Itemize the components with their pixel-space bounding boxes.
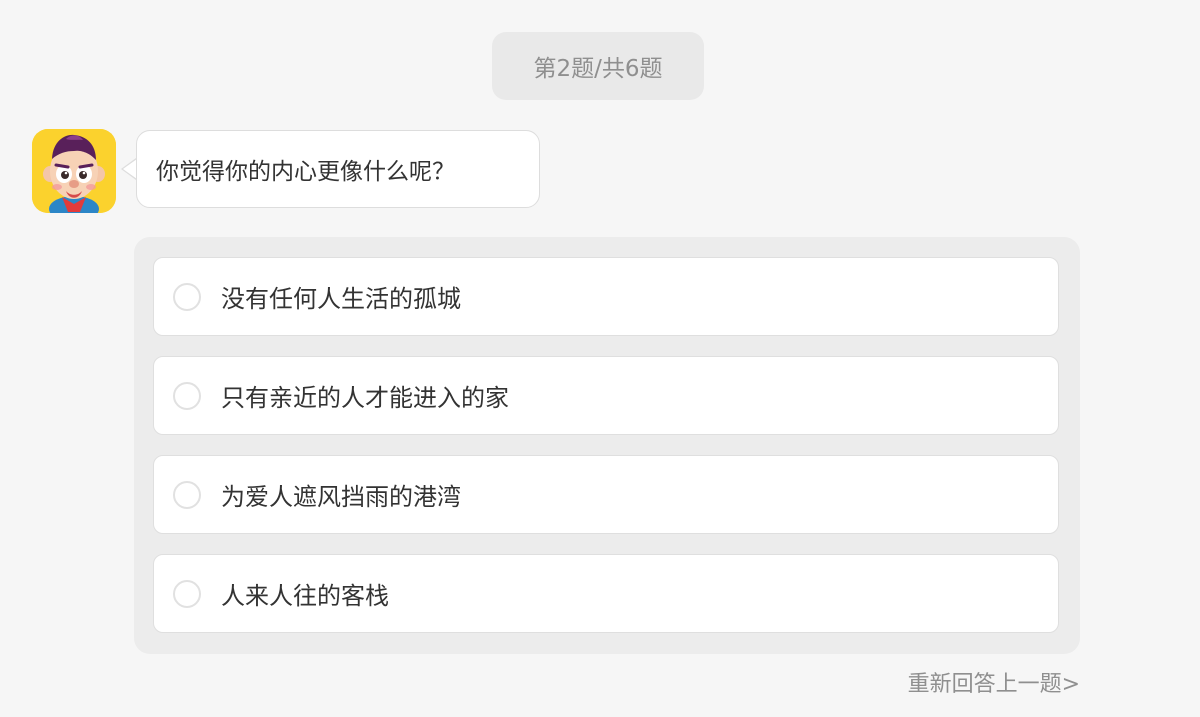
answer-option-label: 人来人往的客栈 (221, 582, 389, 610)
bot-avatar (32, 129, 116, 213)
answer-option-label: 没有任何人生活的孤城 (221, 285, 461, 313)
radio-button-icon[interactable] (173, 579, 201, 608)
answer-option-label: 只有亲近的人才能进入的家 (221, 384, 509, 412)
answer-option-1[interactable]: 没有任何人生活的孤城 (153, 257, 1059, 336)
retry-previous-question-link[interactable]: 重新回答上一题> (908, 666, 1080, 698)
answer-option-2[interactable]: 只有亲近的人才能进入的家 (153, 356, 1059, 435)
question-progress-badge: 第2题/共6题 (492, 32, 704, 100)
answer-option-4[interactable]: 人来人往的客栈 (153, 554, 1059, 633)
radio-button-icon[interactable] (173, 282, 201, 311)
answer-option-3[interactable]: 为爱人遮风挡雨的港湾 (153, 455, 1059, 534)
question-bubble: 你觉得你的内心更像什么呢？ (136, 130, 540, 208)
answer-options-panel: 没有任何人生活的孤城 只有亲近的人才能进入的家 为爱人遮风挡雨的港湾 人来人往的… (134, 237, 1080, 654)
answer-option-label: 为爱人遮风挡雨的港湾 (221, 483, 461, 511)
speech-bubble-tail-inner (123, 159, 137, 179)
cartoon-boy-icon (32, 129, 116, 213)
question-text: 你觉得你的内心更像什么呢？ (156, 159, 455, 185)
radio-button-icon[interactable] (173, 480, 201, 509)
radio-button-icon[interactable] (173, 381, 201, 410)
